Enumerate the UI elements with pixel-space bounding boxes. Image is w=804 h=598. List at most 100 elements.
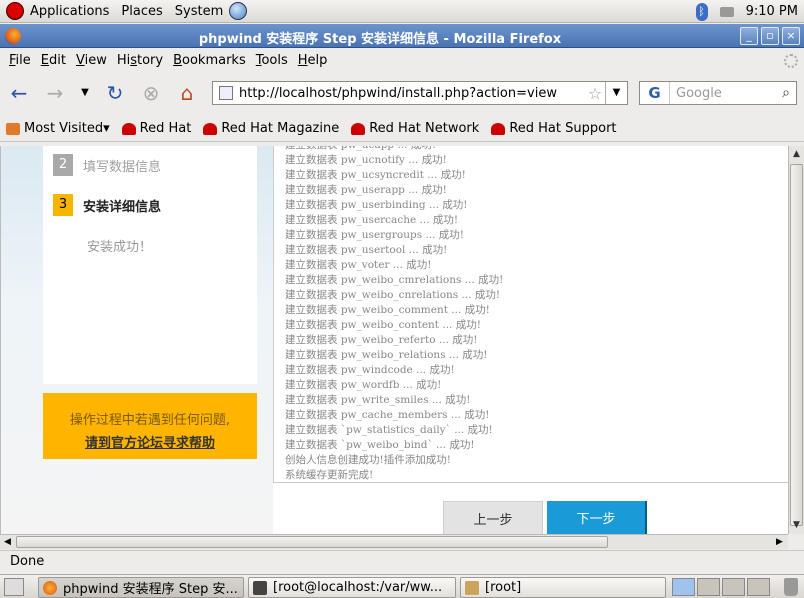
trash-icon[interactable] (784, 578, 798, 596)
window-title: phpwind 安装程序 Step 安装详细信息 - Mozilla Firef… (198, 32, 562, 47)
window-titlebar[interactable]: phpwind 安装程序 Step 安装详细信息 - Mozilla Firef… (0, 24, 804, 48)
menu-view[interactable]: View (71, 53, 112, 68)
menu-edit[interactable]: Edit (36, 53, 71, 68)
step-item-active: 3 安装详细信息 (53, 194, 161, 216)
log-line: 建立数据表 pw_weibo_content ... 成功! (285, 319, 481, 331)
bookmarks-toolbar: Most Visited ▾ Red Hat Red Hat Magazine R… (0, 116, 804, 142)
throbber-icon (784, 54, 798, 68)
url-bar[interactable]: http://localhost/phpwind/install.php?act… (212, 81, 628, 105)
clock[interactable]: 9:10 PM (746, 4, 798, 19)
bookmark-red-hat[interactable]: Red Hat (121, 121, 191, 136)
workspace-1[interactable] (672, 578, 695, 596)
scroll-down-icon[interactable]: ▼ (789, 518, 804, 533)
log-line: 建立数据表 pw_ucsyncredit ... 成功! (285, 169, 466, 181)
scroll-up-icon[interactable]: ▲ (789, 147, 804, 162)
log-line: 建立数据表 pw_ucnotify ... 成功! (285, 154, 447, 166)
search-icon[interactable]: ⌕ (776, 85, 796, 101)
page-content: 2 填写数据信息 3 安装详细信息 安装成功！ 操作过程中若遇到任何问题, 请到… (0, 146, 788, 534)
log-line: 建立数据表 pw_wordfb ... 成功! (285, 379, 442, 391)
reload-icon[interactable]: ↻ (102, 81, 128, 105)
workspace-switcher (672, 578, 770, 596)
places-menu[interactable]: Places (115, 0, 168, 23)
next-step-button[interactable]: 下一步 (547, 501, 647, 534)
scroll-left-icon[interactable]: ◀ (0, 535, 15, 549)
prev-step-button[interactable]: 上一步 (443, 501, 543, 534)
system-menu[interactable]: System (169, 0, 229, 23)
menubar: File Edit View History Bookmarks Tools H… (0, 49, 804, 71)
task-terminal[interactable]: [root@localhost:/var/ww... (248, 577, 456, 598)
redhat-icon (351, 122, 366, 135)
page-icon (219, 86, 233, 100)
task-file-manager[interactable]: [root] (460, 577, 666, 598)
workspace-2[interactable] (697, 578, 720, 596)
scroll-right-icon[interactable]: ▶ (772, 535, 787, 549)
redhat-logo-icon (6, 2, 24, 20)
back-arrow-icon[interactable]: ← (6, 81, 32, 105)
menu-file[interactable]: File (4, 53, 36, 68)
log-line: 建立数据表 pw_userbinding ... 成功! (285, 199, 468, 211)
install-log: 建立数据表 pw_ucapp ... 成功!建立数据表 pw_ucnotify … (273, 146, 788, 483)
workspace-3[interactable] (722, 578, 745, 596)
log-line: 建立数据表 pw_weibo_relations ... 成功! (285, 349, 488, 361)
search-box[interactable]: G Google ⌕ (639, 81, 797, 105)
workspace-4[interactable] (747, 578, 770, 596)
log-line: 建立数据表 `pw_weibo_bind` ... 成功! (285, 439, 475, 451)
bookmark-star-icon[interactable]: ☆ (585, 84, 605, 103)
forum-help-link[interactable]: 请到官方论坛寻求帮助 (43, 432, 257, 451)
install-steps: 2 填写数据信息 3 安装详细信息 安装成功！ (43, 146, 257, 384)
log-line: 建立数据表 pw_weibo_referto ... 成功! (285, 334, 478, 346)
navigation-toolbar: ← → ▼ ↻ ⊗ ⌂ http://localhost/phpwind/ins… (0, 72, 804, 114)
forward-arrow-icon[interactable]: → (42, 81, 68, 105)
log-line: 建立数据表 pw_weibo_cmrelations ... 成功! (285, 274, 504, 286)
url-dropdown-icon[interactable]: ▼ (605, 82, 627, 104)
search-engine-icon[interactable]: G (640, 82, 670, 104)
log-line: 建立数据表 `pw_statistics_daily` ... 成功! (285, 424, 493, 436)
maximize-button[interactable]: ▫ (761, 27, 779, 45)
minimize-button[interactable]: _ (740, 27, 758, 45)
bookmark-most-visited[interactable]: Most Visited ▾ (6, 121, 110, 136)
history-dropdown-icon[interactable]: ▼ (72, 81, 98, 105)
stop-icon[interactable]: ⊗ (138, 81, 164, 105)
horizontal-scroll-thumb[interactable] (16, 536, 608, 548)
horizontal-scrollbar[interactable]: ◀ ▶ (0, 534, 788, 549)
status-text: Done (10, 554, 45, 569)
web-browser-launcher-icon[interactable] (229, 2, 248, 20)
show-desktop-icon[interactable] (4, 578, 24, 596)
menu-history[interactable]: History (112, 53, 168, 68)
vertical-scrollbar[interactable]: ▲ ▼ (788, 146, 804, 534)
menu-bookmarks[interactable]: Bookmarks (168, 53, 251, 68)
redhat-icon (203, 122, 218, 135)
bookmark-red-hat-magazine[interactable]: Red Hat Magazine (203, 121, 339, 136)
redhat-icon (491, 122, 506, 135)
bluetooth-icon[interactable]: ᛒ (695, 2, 708, 21)
log-line: 建立数据表 pw_usergroups ... 成功! (285, 229, 465, 241)
terminal-icon (253, 580, 267, 595)
volume-icon[interactable] (719, 6, 734, 17)
vertical-scroll-thumb[interactable] (790, 164, 803, 526)
log-line: 系统缓存更新完成! (285, 469, 374, 481)
menu-tools[interactable]: Tools (251, 53, 293, 68)
menu-help[interactable]: Help (293, 53, 333, 68)
log-line: 建立数据表 pw_usertool ... 成功! (285, 244, 448, 256)
task-firefox[interactable]: phpwind 安装程序 Step 安... (38, 577, 244, 598)
log-line: 建立数据表 pw_cache_members ... 成功! (285, 409, 490, 421)
home-icon[interactable]: ⌂ (174, 81, 200, 105)
search-input[interactable]: Google (670, 86, 776, 101)
url-text[interactable]: http://localhost/phpwind/install.php?act… (239, 86, 585, 101)
redhat-icon (121, 122, 136, 135)
log-line: 建立数据表 pw_ucapp ... 成功! (285, 146, 788, 153)
most-visited-icon (6, 122, 20, 135)
bottom-taskbar: phpwind 安装程序 Step 安... [root@localhost:/… (0, 574, 804, 598)
help-box: 操作过程中若遇到任何问题, 请到官方论坛寻求帮助 (43, 393, 257, 459)
bookmark-red-hat-support[interactable]: Red Hat Support (491, 121, 617, 136)
log-line: 创始人信息创建成功!插件添加成功! (285, 454, 451, 466)
applications-menu[interactable]: Applications (0, 0, 115, 23)
log-line: 建立数据表 pw_userapp ... 成功! (285, 184, 447, 196)
folder-icon (465, 580, 479, 595)
log-line: 建立数据表 pw_voter ... 成功! (285, 259, 432, 271)
log-line: 建立数据表 pw_weibo_comment ... 成功! (285, 304, 490, 316)
close-button[interactable]: × (782, 27, 800, 45)
bookmark-red-hat-network[interactable]: Red Hat Network (351, 121, 479, 136)
step-install-success: 安装成功！ (87, 240, 153, 255)
log-line: 建立数据表 pw_write_smiles ... 成功! (285, 394, 471, 406)
